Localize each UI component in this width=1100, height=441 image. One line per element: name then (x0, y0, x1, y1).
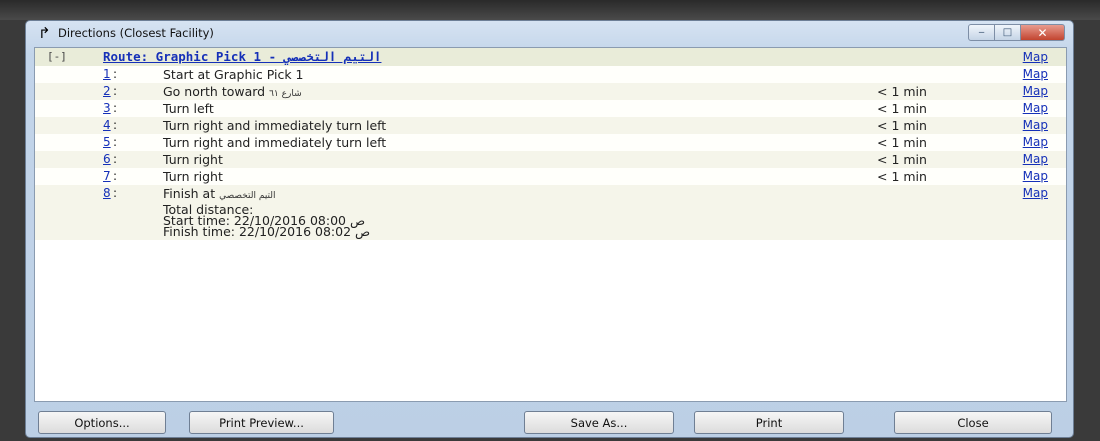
step-number-link[interactable]: 7 (103, 169, 111, 183)
maximize-icon: □ (1002, 27, 1013, 38)
step-map-link[interactable]: Map (1023, 169, 1048, 183)
step-map-link[interactable]: Map (1023, 84, 1048, 98)
options-button[interactable]: Options... (38, 411, 166, 434)
step-time: < 1 min (877, 84, 927, 99)
directions-content: [-] Route: Graphic Pick 1 - التيم التخصص… (34, 47, 1067, 402)
step-number-link[interactable]: 2 (103, 84, 111, 98)
direction-step-7: 7: Turn right < 1 min Map (35, 168, 1066, 185)
step-text: Turn right (163, 169, 223, 184)
close-icon: ✕ (1037, 25, 1048, 40)
direction-step-3: 3: Turn left < 1 min Map (35, 100, 1066, 117)
print-preview-button[interactable]: Print Preview... (189, 411, 334, 434)
step-time: < 1 min (877, 152, 927, 167)
minimize-button[interactable]: ‒ (968, 24, 995, 41)
print-button[interactable]: Print (694, 411, 844, 434)
step-text: Go north toward شارع ٦١ (163, 84, 302, 99)
step-text: Turn right (163, 152, 223, 167)
save-as-button[interactable]: Save As... (524, 411, 674, 434)
close-button[interactable]: Close (894, 411, 1052, 434)
step-time: < 1 min (877, 169, 927, 184)
route-title-link[interactable]: Route: Graphic Pick 1 - التيم التخصصي (103, 49, 381, 64)
step-map-link[interactable]: Map (1023, 152, 1048, 166)
direction-step-1: 1: Start at Graphic Pick 1 Map (35, 66, 1066, 83)
window-title: Directions (Closest Facility) (58, 26, 214, 40)
step-map-link[interactable]: Map (1023, 186, 1048, 200)
step-time: < 1 min (877, 135, 927, 150)
window-controls: ‒ □ ✕ (968, 24, 1065, 41)
step-map-link[interactable]: Map (1023, 135, 1048, 149)
step-number-link[interactable]: 3 (103, 101, 111, 115)
step-text: Turn left (163, 101, 214, 116)
direction-step-2: 2: Go north toward شارع ٦١ < 1 min Map (35, 83, 1066, 100)
step-text: Start at Graphic Pick 1 (163, 67, 304, 82)
step-text: Finish at التيم التخصصي (163, 186, 276, 201)
step-number-link[interactable]: 8 (103, 186, 111, 200)
route-map-link[interactable]: Map (1023, 50, 1048, 64)
direction-step-4: 4: Turn right and immediately turn left … (35, 117, 1066, 134)
step-time: < 1 min (877, 101, 927, 116)
direction-step-8: 8: Finish at التيم التخصصي Map (35, 185, 1066, 202)
route-summary: Total distance: Start time: 22/10/2016 0… (35, 202, 1066, 240)
step-number-link[interactable]: 1 (103, 67, 111, 81)
directions-arrow-icon: ↱ (38, 24, 51, 42)
step-map-link[interactable]: Map (1023, 67, 1048, 81)
title-bar[interactable]: ↱ Directions (Closest Facility) ‒ □ ✕ (26, 21, 1073, 46)
collapse-toggle[interactable]: [-] (47, 50, 67, 63)
street-name-arabic: شارع ٦١ (269, 89, 302, 99)
minimize-icon: ‒ (978, 27, 985, 38)
maximize-button[interactable]: □ (995, 24, 1021, 41)
step-text: Turn right and immediately turn left (163, 118, 387, 133)
route-header: [-] Route: Graphic Pick 1 - التيم التخصص… (35, 48, 1066, 66)
background-window-strip (0, 0, 1100, 20)
direction-step-5: 5: Turn right and immediately turn left … (35, 134, 1066, 151)
step-number-link[interactable]: 6 (103, 152, 111, 166)
button-bar: Options... Print Preview... Save As... P… (26, 405, 1073, 437)
destination-name-arabic: التيم التخصصي (219, 191, 276, 201)
step-map-link[interactable]: Map (1023, 118, 1048, 132)
direction-step-6: 6: Turn right < 1 min Map (35, 151, 1066, 168)
step-number-link[interactable]: 4 (103, 118, 111, 132)
finish-time: Finish time: 22/10/2016 08:02 ص (163, 224, 371, 239)
step-time: < 1 min (877, 118, 927, 133)
step-map-link[interactable]: Map (1023, 101, 1048, 115)
directions-window: ↱ Directions (Closest Facility) ‒ □ ✕ [-… (25, 20, 1074, 438)
step-text: Turn right and immediately turn left (163, 135, 387, 150)
step-number-link[interactable]: 5 (103, 135, 111, 149)
close-window-button[interactable]: ✕ (1021, 24, 1065, 41)
